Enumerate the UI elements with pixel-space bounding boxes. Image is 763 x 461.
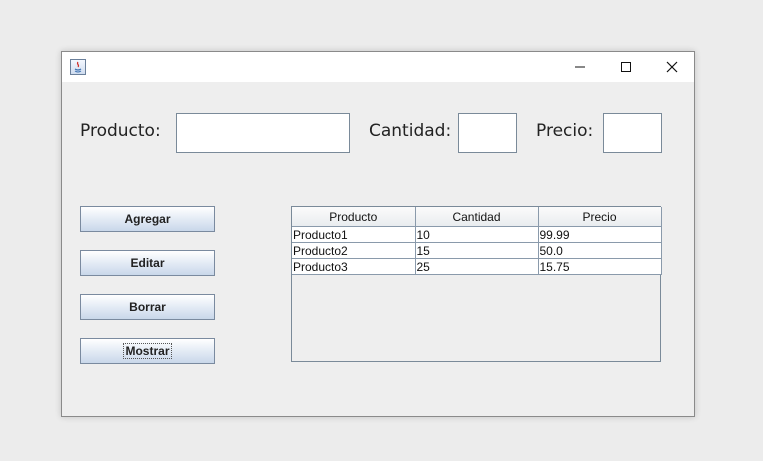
table-cell[interactable]: Producto2 <box>292 242 416 259</box>
agregar-button[interactable]: Agregar <box>80 206 215 232</box>
cantidad-label: Cantidad: <box>369 121 452 141</box>
table-header-row: Producto Cantidad Precio <box>292 207 662 227</box>
precio-label: Precio: <box>536 121 594 141</box>
producto-field-box <box>176 113 350 153</box>
table-cell[interactable]: Producto3 <box>292 258 416 275</box>
app-window: Producto: Cantidad: Precio: Agregar Edit… <box>61 51 695 417</box>
table-cell[interactable]: Producto1 <box>292 226 416 243</box>
mostrar-button-label: Mostrar <box>123 343 172 359</box>
close-button[interactable] <box>649 52 695 82</box>
borrar-button[interactable]: Borrar <box>80 294 215 320</box>
java-app-icon[interactable] <box>70 59 86 75</box>
table-cell[interactable]: 25 <box>414 258 539 275</box>
table-cell[interactable]: 15 <box>414 242 539 259</box>
table-row[interactable]: Producto2 15 50.0 <box>292 242 662 259</box>
mostrar-button[interactable]: Mostrar <box>80 338 215 364</box>
maximize-icon <box>621 62 631 72</box>
producto-input[interactable] <box>177 114 349 152</box>
borrar-button-label: Borrar <box>129 300 166 314</box>
precio-input[interactable] <box>604 114 661 152</box>
column-header-producto[interactable]: Producto <box>292 207 416 227</box>
minimize-button[interactable] <box>557 52 603 82</box>
editar-button-label: Editar <box>130 256 165 270</box>
cantidad-input[interactable] <box>459 114 516 152</box>
title-bar[interactable] <box>62 52 694 82</box>
table-row[interactable]: Producto3 25 15.75 <box>292 258 662 275</box>
products-table[interactable]: Producto Cantidad Precio Producto1 10 99… <box>291 206 662 362</box>
table-cell[interactable]: 15.75 <box>537 258 662 275</box>
precio-field-box <box>603 113 662 153</box>
column-header-cantidad[interactable]: Cantidad <box>414 207 539 227</box>
cantidad-field-box <box>458 113 517 153</box>
table-cell[interactable]: 99.99 <box>537 226 662 243</box>
table-row[interactable]: Producto1 10 99.99 <box>292 226 662 243</box>
agregar-button-label: Agregar <box>124 212 171 226</box>
producto-label: Producto: <box>80 121 161 141</box>
table-cell[interactable]: 50.0 <box>537 242 662 259</box>
minimize-icon <box>575 66 585 68</box>
close-icon <box>666 61 678 73</box>
column-header-precio[interactable]: Precio <box>537 207 662 227</box>
table-cell[interactable]: 10 <box>414 226 539 243</box>
editar-button[interactable]: Editar <box>80 250 215 276</box>
maximize-button[interactable] <box>603 52 649 82</box>
